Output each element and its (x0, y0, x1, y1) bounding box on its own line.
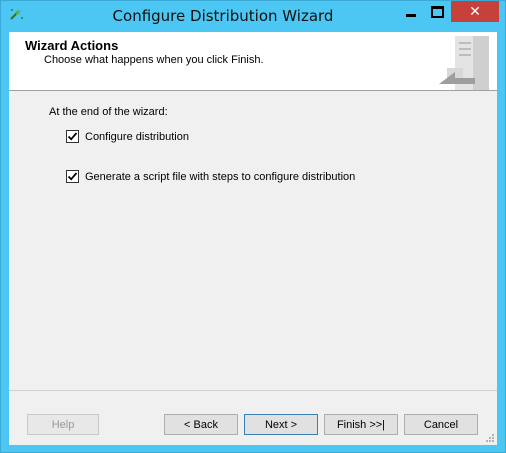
generate-script-label[interactable]: Generate a script file with steps to con… (85, 171, 355, 183)
page-subtitle: Choose what happens when you click Finis… (44, 54, 264, 66)
help-button[interactable]: Help (27, 414, 99, 435)
cancel-button[interactable]: Cancel (404, 414, 478, 435)
configure-distribution-checkbox[interactable] (66, 130, 79, 143)
wizard-header: Wizard Actions Choose what happens when … (9, 32, 497, 91)
finish-button[interactable]: Finish >>| (324, 414, 398, 435)
wizard-window: Configure Distribution Wizard ✕ Wizard A… (0, 0, 506, 453)
checkmark-icon (67, 172, 78, 181)
wizard-body: Wizard Actions Choose what happens when … (9, 32, 497, 445)
option-configure-distribution[interactable]: Configure distribution (66, 130, 189, 143)
back-button[interactable]: < Back (164, 414, 238, 435)
page-title: Wizard Actions (25, 38, 119, 53)
option-generate-script[interactable]: Generate a script file with steps to con… (66, 170, 355, 183)
next-button[interactable]: Next > (244, 414, 318, 435)
section-label: At the end of the wizard: (49, 106, 168, 118)
maximize-icon (431, 5, 444, 18)
title-bar[interactable]: Configure Distribution Wizard ✕ (1, 1, 505, 31)
minimize-icon (405, 14, 416, 17)
minimize-button[interactable] (397, 1, 424, 22)
footer-divider (9, 390, 497, 391)
server-graphic-icon (439, 36, 489, 90)
maximize-button[interactable] (424, 1, 451, 22)
generate-script-checkbox[interactable] (66, 170, 79, 183)
resize-grip-icon[interactable] (485, 433, 495, 443)
checkmark-icon (67, 132, 78, 141)
close-button[interactable]: ✕ (451, 1, 499, 22)
close-icon: ✕ (469, 3, 481, 20)
configure-distribution-label[interactable]: Configure distribution (85, 131, 189, 143)
